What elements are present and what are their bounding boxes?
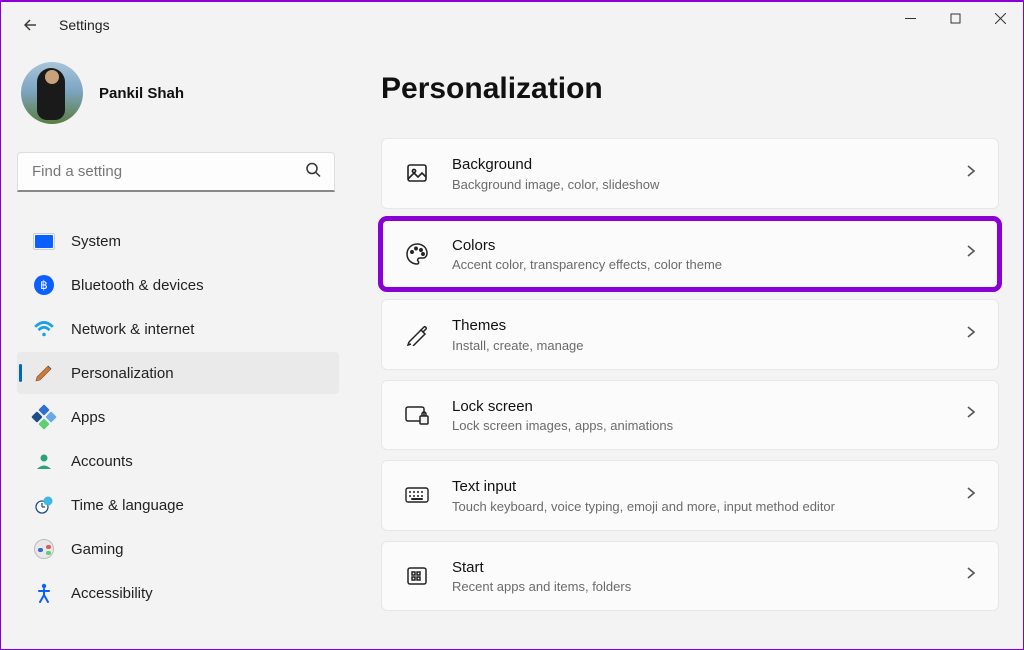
sidebar-item-label: Bluetooth & devices [71,277,204,294]
apps-icon [33,406,55,428]
card-subtitle: Accent color, transparency effects, colo… [452,257,722,272]
search-input[interactable] [17,152,335,192]
lock-screen-icon [404,402,430,428]
card-text-input[interactable]: Text input Touch keyboard, voice typing,… [381,460,999,531]
sidebar-item-label: Apps [71,409,105,426]
card-subtitle: Install, create, manage [452,338,584,353]
sidebar-item-label: Personalization [71,365,174,382]
chevron-right-icon [964,405,978,424]
card-title: Text input [452,477,835,497]
nav-list: System ฿ Bluetooth & devices Network & i… [17,220,339,614]
card-lock-screen[interactable]: Lock screen Lock screen images, apps, an… [381,380,999,451]
sidebar-item-label: System [71,233,121,250]
sidebar-item-time-language[interactable]: Time & language [17,484,339,526]
user-name: Pankil Shah [99,85,184,102]
back-button[interactable] [21,16,39,34]
minimize-button[interactable] [888,2,933,34]
sidebar-item-accounts[interactable]: Accounts [17,440,339,482]
sidebar: Pankil Shah System ฿ Bluetooth & devices… [1,42,349,643]
titlebar: Settings [1,2,1023,42]
user-tile[interactable]: Pankil Shah [17,62,339,124]
chevron-right-icon [964,486,978,505]
background-icon [404,160,430,186]
sidebar-item-label: Network & internet [71,321,194,338]
system-icon [33,230,55,252]
keyboard-icon [404,482,430,508]
sidebar-item-label: Gaming [71,541,124,558]
window-title: Settings [59,17,110,33]
card-background[interactable]: Background Background image, color, slid… [381,138,999,209]
sidebar-item-label: Accounts [71,453,133,470]
settings-card-list: Background Background image, color, slid… [381,138,999,611]
personalization-icon [33,362,55,384]
card-title: Lock screen [452,397,673,417]
card-title: Start [452,558,631,578]
sidebar-item-accessibility[interactable]: Accessibility [17,572,339,614]
chevron-right-icon [964,244,978,263]
card-subtitle: Background image, color, slideshow [452,177,659,192]
card-title: Colors [452,236,722,256]
themes-icon [404,321,430,347]
chevron-right-icon [964,325,978,344]
start-icon [404,563,430,589]
close-button[interactable] [978,2,1023,34]
accounts-icon [33,450,55,472]
sidebar-item-label: Time & language [71,497,184,514]
sidebar-item-gaming[interactable]: Gaming [17,528,339,570]
search-box[interactable] [17,152,335,192]
wifi-icon [33,318,55,340]
sidebar-item-apps[interactable]: Apps [17,396,339,438]
card-start[interactable]: Start Recent apps and items, folders [381,541,999,612]
sidebar-item-network[interactable]: Network & internet [17,308,339,350]
search-icon [305,162,321,183]
maximize-button[interactable] [933,2,978,34]
card-subtitle: Lock screen images, apps, animations [452,418,673,433]
accessibility-icon [33,582,55,604]
sidebar-item-bluetooth[interactable]: ฿ Bluetooth & devices [17,264,339,306]
bluetooth-icon: ฿ [33,274,55,296]
sidebar-item-system[interactable]: System [17,220,339,262]
card-subtitle: Recent apps and items, folders [452,579,631,594]
clock-globe-icon [33,494,55,516]
chevron-right-icon [964,164,978,183]
colors-icon [404,241,430,267]
sidebar-item-label: Accessibility [71,585,153,602]
card-subtitle: Touch keyboard, voice typing, emoji and … [452,499,835,514]
card-colors[interactable]: Colors Accent color, transparency effect… [381,219,999,290]
card-themes[interactable]: Themes Install, create, manage [381,299,999,370]
card-title: Themes [452,316,584,336]
chevron-right-icon [964,566,978,585]
page-title: Personalization [381,72,999,106]
sidebar-item-personalization[interactable]: Personalization [17,352,339,394]
window-controls [888,2,1023,34]
gaming-icon [33,538,55,560]
avatar [21,62,83,124]
card-title: Background [452,155,659,175]
main-content: Personalization Background Background im… [349,42,1023,643]
